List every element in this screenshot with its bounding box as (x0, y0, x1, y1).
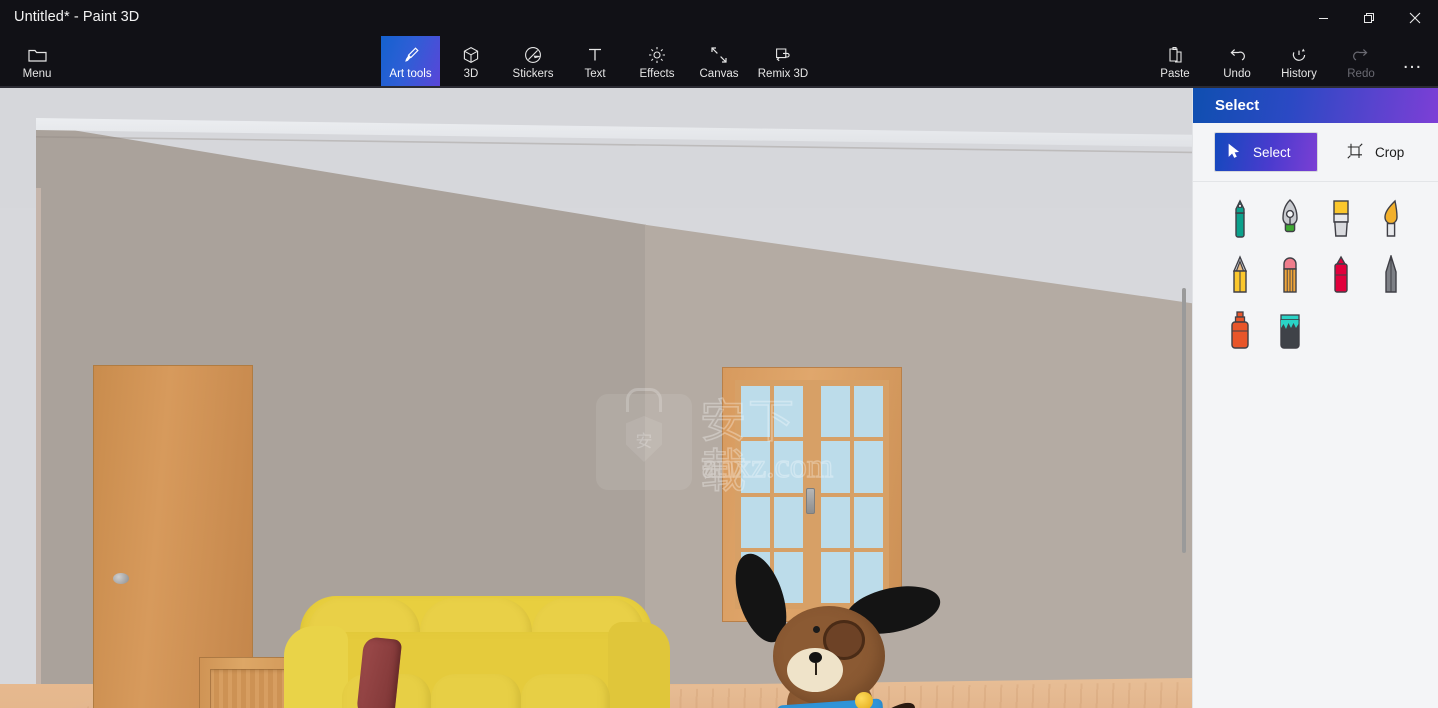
tool-eraser[interactable] (1267, 254, 1313, 300)
tool-oil-brush[interactable] (1318, 198, 1364, 244)
brown-dog (725, 547, 945, 708)
restore-icon (1364, 13, 1374, 23)
tab-text-label: Text (584, 67, 606, 80)
pencil-icon (1226, 254, 1254, 300)
dog-nose (809, 652, 822, 663)
wall-corner-edge (36, 188, 41, 708)
select-mode-button[interactable]: Select (1215, 133, 1317, 171)
paste-icon (1167, 45, 1184, 65)
canvas-vertical-scrollbar[interactable] (1182, 88, 1186, 708)
text-icon (586, 45, 604, 65)
marker-icon (1226, 198, 1254, 244)
paste-label: Paste (1160, 67, 1190, 80)
window-title: Untitled* - Paint 3D (14, 9, 140, 25)
tab-effects[interactable]: Effects (626, 36, 688, 88)
tab-3d-label: 3D (463, 67, 479, 80)
tab-3d[interactable]: 3D (440, 36, 502, 88)
scrollbar-thumb[interactable] (1182, 288, 1186, 553)
remix-3d-icon (774, 45, 792, 65)
select-mode-label: Select (1253, 144, 1291, 160)
tool-marker[interactable] (1217, 198, 1263, 244)
tab-art-tools[interactable]: Art tools (381, 36, 440, 88)
tool-spray-can[interactable] (1217, 310, 1263, 356)
dog-collar-tag (855, 692, 873, 708)
cursor-arrow-icon (1227, 143, 1241, 162)
menu-button[interactable]: Menu (6, 36, 68, 88)
history-icon (1290, 45, 1308, 65)
history-button[interactable]: History (1268, 36, 1330, 88)
tab-stickers[interactable]: Stickers (502, 36, 564, 88)
paste-button[interactable]: Paste (1144, 36, 1206, 88)
crayon-icon (1327, 255, 1355, 300)
yellow-sofa (284, 596, 670, 708)
tool-pixel-pen[interactable] (1368, 253, 1414, 300)
panel-title: Select (1215, 97, 1260, 114)
history-label: History (1281, 67, 1317, 80)
canvas-stage[interactable]: 安 安下载 anxz.com (0, 88, 1192, 708)
undo-label: Undo (1223, 67, 1251, 80)
paintbrush-icon (402, 45, 420, 65)
more-ellipsis-icon[interactable]: … (1392, 36, 1434, 88)
effects-sun-icon (648, 45, 666, 65)
door-knob (113, 573, 129, 584)
spray-can-icon (1226, 310, 1254, 356)
paint3d-window: Untitled* - Paint 3D Menu Art tools 3D S… (0, 0, 1438, 708)
sticker-icon (524, 45, 542, 65)
minimize-button[interactable] (1300, 0, 1346, 36)
artwork-3d-scene: 安 安下载 anxz.com (0, 88, 1192, 708)
dog-eye (813, 626, 820, 633)
minimize-icon (1318, 17, 1328, 19)
tool-watercolor[interactable] (1368, 198, 1414, 244)
undo-icon (1228, 45, 1246, 65)
close-button[interactable] (1392, 0, 1438, 36)
redo-button[interactable]: Redo (1330, 36, 1392, 88)
watercolor-brush-icon (1377, 199, 1405, 244)
art-tools-grid (1193, 182, 1438, 366)
tab-canvas-label: Canvas (699, 67, 739, 80)
ribbon-right-group: Paste Undo History Redo … (1144, 36, 1434, 88)
tool-calligraphy-pen[interactable] (1267, 198, 1313, 244)
cube-icon (462, 45, 480, 65)
oil-brush-icon (1327, 199, 1355, 244)
crop-mode-button[interactable]: Crop (1335, 133, 1416, 171)
crop-icon (1347, 142, 1363, 162)
canvas-expand-icon (710, 45, 728, 65)
panel-mode-row: Select Crop (1193, 123, 1438, 181)
redo-label: Redo (1347, 67, 1375, 80)
tool-fill[interactable] (1267, 310, 1313, 356)
dog-mouth (815, 663, 817, 675)
tool-crayon[interactable] (1318, 254, 1364, 300)
tab-canvas[interactable]: Canvas (688, 36, 750, 88)
crop-mode-label: Crop (1375, 144, 1405, 160)
ribbon-toolbar: Menu Art tools 3D Stickers Text Effects … (0, 36, 1438, 88)
calligraphy-pen-icon (1276, 198, 1304, 244)
eraser-icon (1276, 255, 1304, 300)
tab-text[interactable]: Text (564, 36, 626, 88)
tab-art-tools-label: Art tools (389, 67, 432, 80)
title-bar: Untitled* - Paint 3D (0, 0, 1438, 36)
folder-icon (27, 45, 47, 65)
menu-label: Menu (22, 67, 52, 80)
window-latch (806, 488, 815, 514)
undo-button[interactable]: Undo (1206, 36, 1268, 88)
ribbon-center-group: Art tools 3D Stickers Text Effects Canva… (381, 36, 816, 88)
redo-icon (1352, 45, 1370, 65)
wooden-door (93, 365, 335, 708)
tab-remix-3d[interactable]: Remix 3D (750, 36, 816, 88)
tab-effects-label: Effects (639, 67, 675, 80)
right-panel: Select Select Crop (1192, 88, 1438, 708)
pixel-pen-icon (1377, 253, 1405, 300)
fill-bucket-icon (1276, 311, 1304, 356)
window-controls (1300, 0, 1438, 36)
red-pillow (355, 636, 403, 708)
tool-pencil[interactable] (1217, 254, 1263, 300)
sofa-arm-right (608, 622, 670, 708)
sofa-arm-left (284, 626, 348, 708)
panel-header: Select (1193, 88, 1438, 123)
tab-stickers-label: Stickers (512, 67, 554, 80)
tab-remix-3d-label: Remix 3D (757, 67, 809, 80)
ribbon-left-group: Menu (6, 36, 68, 88)
restore-button[interactable] (1346, 0, 1392, 36)
close-icon (1409, 12, 1421, 24)
